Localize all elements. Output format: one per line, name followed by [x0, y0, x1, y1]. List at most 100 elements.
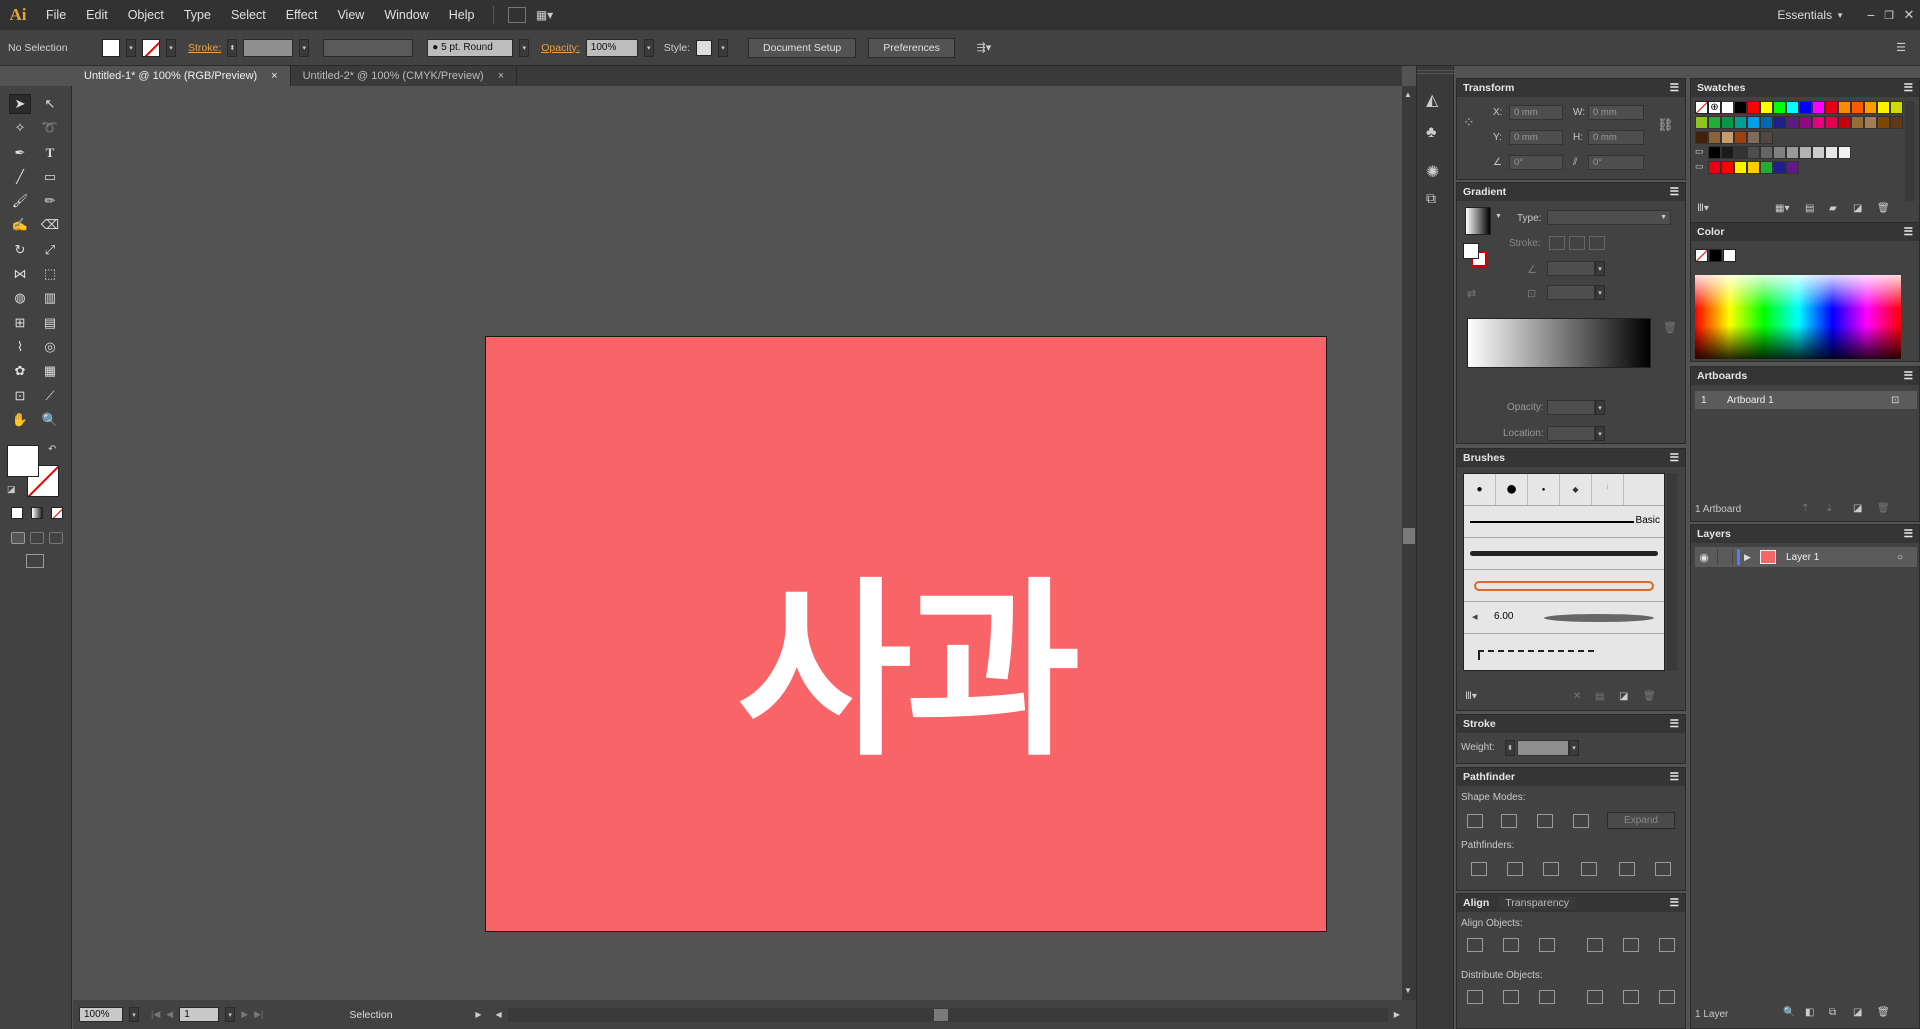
- divide-icon[interactable]: [1471, 862, 1487, 876]
- delete-artboard-icon[interactable]: 🗑: [1877, 503, 1890, 514]
- color-spectrum[interactable]: [1695, 275, 1901, 359]
- gradient-type-dropdown[interactable]: ▼: [1547, 210, 1671, 225]
- brush-dot-tiny[interactable]: ●: [1528, 474, 1560, 505]
- delete-brush-icon[interactable]: 🗑: [1643, 691, 1656, 702]
- brush-charcoal[interactable]: [1464, 538, 1664, 570]
- vertical-scrollbar[interactable]: ▲ ▼: [1402, 86, 1416, 1000]
- zoom-field[interactable]: 100%: [79, 1007, 123, 1022]
- artboard-number-dropdown[interactable]: ▾: [225, 1007, 236, 1022]
- mesh-tool-icon[interactable]: ⊞: [9, 313, 31, 333]
- layer-name[interactable]: Layer 1: [1780, 552, 1893, 563]
- last-artboard-icon[interactable]: ▶|: [254, 1009, 263, 1020]
- minus-back-icon[interactable]: [1655, 862, 1671, 876]
- scroll-up-icon[interactable]: ▲: [1404, 90, 1412, 99]
- opacity-field[interactable]: 100%: [585, 38, 638, 57]
- swatch[interactable]: [1773, 146, 1786, 159]
- layer-row[interactable]: ◉ ▶ Layer 1 ○: [1695, 547, 1917, 567]
- artboards-title[interactable]: Artboards: [1697, 370, 1747, 382]
- weight-field[interactable]: [1517, 740, 1569, 756]
- stroke-weight-dropdown[interactable]: ▾: [299, 38, 310, 57]
- symbol-sprayer-tool-icon[interactable]: ✿: [9, 361, 31, 381]
- gradient-opacity-field[interactable]: [1547, 400, 1595, 415]
- gradient-opacity-dropdown[interactable]: ▾: [1595, 400, 1605, 415]
- restore-icon[interactable]: ❐: [1880, 9, 1898, 22]
- visibility-eye-icon[interactable]: ◉: [1695, 551, 1713, 564]
- artboard-text[interactable]: 사과: [486, 337, 1326, 931]
- swatch[interactable]: [1890, 116, 1903, 129]
- w-field[interactable]: 0 mm: [1588, 105, 1644, 120]
- swatch-options-icon[interactable]: ▤: [1805, 203, 1814, 214]
- color-black-swatch[interactable]: [1709, 249, 1722, 262]
- panel-menu-icon[interactable]: ☰: [1670, 82, 1679, 94]
- distribute-vertical-center-icon[interactable]: [1503, 990, 1519, 1004]
- hand-tool-icon[interactable]: ✋: [9, 410, 31, 430]
- stroke-dropdown[interactable]: ▾: [166, 38, 176, 57]
- swatch[interactable]: [1799, 101, 1812, 114]
- swatch[interactable]: [1734, 101, 1747, 114]
- new-brush-icon[interactable]: ◪: [1619, 691, 1628, 702]
- swatch[interactable]: [1734, 161, 1747, 174]
- swatch[interactable]: [1773, 161, 1786, 174]
- style-swatch[interactable]: [696, 39, 713, 56]
- swatch[interactable]: [1786, 116, 1799, 129]
- h-field[interactable]: 0 mm: [1588, 130, 1644, 145]
- panel-menu-icon[interactable]: ☰: [1904, 370, 1913, 382]
- swatch[interactable]: [1708, 131, 1721, 144]
- swatch[interactable]: [1747, 101, 1760, 114]
- swatch-none[interactable]: [1695, 101, 1708, 114]
- slice-tool-icon[interactable]: ⟋: [39, 386, 61, 406]
- selection-tool-icon[interactable]: ➤: [9, 94, 31, 114]
- gradient-preview-swatch[interactable]: [1465, 207, 1491, 235]
- swatch[interactable]: [1799, 146, 1812, 159]
- folder-icon[interactable]: ▭: [1695, 146, 1708, 159]
- swatch[interactable]: [1799, 116, 1812, 129]
- swatch[interactable]: [1760, 131, 1773, 144]
- swatch-kinds-icon[interactable]: ▦▾: [1775, 203, 1789, 214]
- arrange-documents-icon[interactable]: ▦▾: [532, 8, 558, 22]
- panel-menu-icon[interactable]: ☰: [1670, 771, 1679, 783]
- swatch[interactable]: [1708, 146, 1721, 159]
- artboard-options-icon[interactable]: ⊡: [1891, 395, 1917, 406]
- locate-object-icon[interactable]: 🔍: [1783, 1007, 1795, 1018]
- color-white-swatch[interactable]: [1723, 249, 1736, 262]
- reference-point-icon[interactable]: ⁘: [1463, 113, 1481, 131]
- swatch[interactable]: [1864, 101, 1877, 114]
- pencil-tool-icon[interactable]: ✏: [39, 191, 61, 211]
- swatch[interactable]: [1734, 116, 1747, 129]
- brush-pattern-arrow[interactable]: [1464, 570, 1664, 602]
- delete-layer-icon[interactable]: 🗑: [1877, 1007, 1890, 1018]
- menu-object[interactable]: Object: [118, 0, 174, 30]
- transform-title[interactable]: Transform: [1463, 82, 1514, 94]
- line-tool-icon[interactable]: ╱: [9, 167, 31, 187]
- distribute-left-icon[interactable]: [1587, 990, 1603, 1004]
- horizontal-scroll-thumb[interactable]: [933, 1008, 948, 1021]
- eraser-tool-icon[interactable]: ⌫: [39, 215, 61, 235]
- weight-dropdown[interactable]: ▾: [1569, 740, 1579, 756]
- gradient-angle-dropdown[interactable]: ▾: [1595, 261, 1605, 276]
- draw-behind-icon[interactable]: [30, 532, 44, 544]
- distribute-bottom-icon[interactable]: [1539, 990, 1555, 1004]
- swatch[interactable]: [1838, 146, 1851, 159]
- unite-icon[interactable]: [1467, 814, 1483, 828]
- new-swatch-icon[interactable]: ◪: [1853, 203, 1862, 214]
- draw-normal-icon[interactable]: [11, 532, 25, 544]
- align-bottom-icon[interactable]: [1659, 938, 1675, 952]
- swatch[interactable]: [1760, 161, 1773, 174]
- align-vertical-center-icon[interactable]: [1623, 938, 1639, 952]
- remove-brush-stroke-icon[interactable]: ✕: [1573, 691, 1581, 702]
- align-top-icon[interactable]: [1587, 938, 1603, 952]
- delete-stop-icon[interactable]: 🗑: [1663, 321, 1677, 334]
- swatch[interactable]: [1721, 131, 1734, 144]
- direct-selection-tool-icon[interactable]: ↖: [39, 94, 61, 114]
- swatch[interactable]: [1890, 101, 1903, 114]
- stroke-within-icon[interactable]: [1549, 236, 1565, 250]
- swatch[interactable]: [1760, 101, 1773, 114]
- align-left-icon[interactable]: [1467, 938, 1483, 952]
- gradient-aspect-field[interactable]: [1547, 285, 1595, 300]
- weight-stepper[interactable]: ⬍: [1505, 740, 1515, 756]
- scale-tool-icon[interactable]: ⤢: [39, 240, 61, 260]
- color-none-swatch[interactable]: [1695, 249, 1708, 262]
- perspective-grid-tool-icon[interactable]: ▥: [39, 288, 61, 308]
- constrain-proportions-icon[interactable]: ⛓: [1657, 117, 1674, 133]
- magic-wand-tool-icon[interactable]: ✧: [9, 118, 31, 138]
